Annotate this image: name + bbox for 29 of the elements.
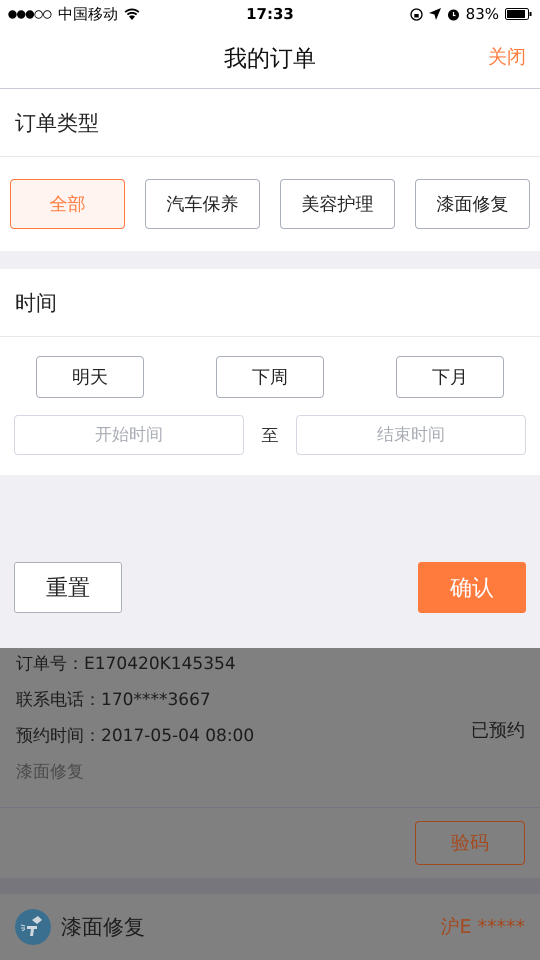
carrier-name: 中国移动	[58, 4, 118, 24]
section-title: 订单类型	[0, 89, 540, 157]
wifi-icon	[124, 8, 140, 20]
clock-time: 17:33	[246, 5, 294, 23]
location-arrow-icon	[428, 8, 441, 20]
service-name: 漆面修复	[61, 914, 146, 941]
plate-number: 沪E *****	[440, 915, 525, 940]
section-title: 时间	[0, 269, 540, 337]
spray-gun-icon	[15, 909, 51, 945]
type-option[interactable]: 漆面修复	[415, 179, 530, 229]
order-status: 已预约	[471, 718, 525, 742]
reset-button[interactable]: 重置	[14, 562, 122, 613]
contact-phone: 联系电话：170****3667	[16, 689, 212, 712]
rotation-lock-icon	[410, 8, 423, 20]
battery-percent: 83%	[466, 5, 499, 23]
page-title: 我的订单	[224, 44, 316, 74]
order-number: 订单号：E170420K145354	[16, 653, 237, 676]
alarm-icon	[446, 8, 460, 20]
end-time-field[interactable]: 结束时间	[296, 415, 526, 455]
time-option[interactable]: 明天	[36, 356, 144, 398]
time-option[interactable]: 下月	[396, 356, 504, 398]
type-option[interactable]: 美容护理	[280, 179, 395, 229]
time-option[interactable]: 下周	[216, 356, 324, 398]
type-option[interactable]: 汽车保养	[145, 179, 260, 229]
signal-icon	[8, 10, 52, 18]
start-time-field[interactable]: 开始时间	[14, 415, 244, 455]
battery-icon	[505, 8, 532, 20]
range-separator: 至	[262, 424, 278, 446]
appointment-time: 预约时间：2017-05-04 08:00	[16, 725, 254, 748]
